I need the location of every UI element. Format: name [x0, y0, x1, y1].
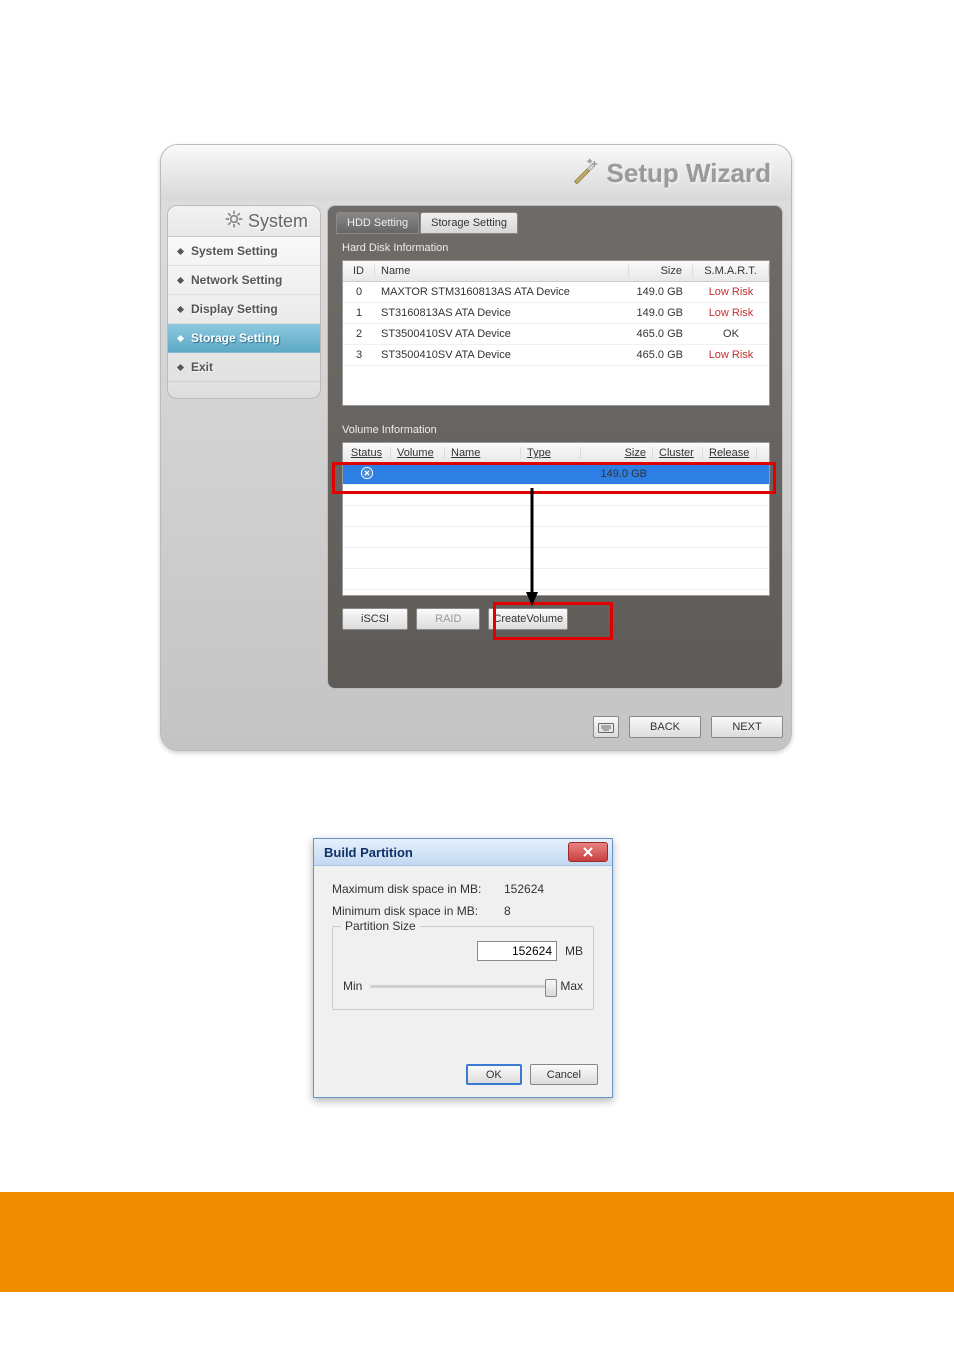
dialog-close-button[interactable] [568, 842, 608, 862]
ok-button[interactable]: OK [466, 1064, 522, 1085]
vol-col-release[interactable]: Release [703, 447, 757, 459]
wizard-icon [571, 157, 599, 190]
hdd-row[interactable]: 1 ST3160813AS ATA Device 149.0 GB Low Ri… [343, 303, 769, 324]
hdd-row[interactable]: 0 MAXTOR STM3160813AS ATA Device 149.0 G… [343, 282, 769, 303]
slider-max-label: Max [560, 979, 583, 993]
keyboard-icon[interactable] [593, 716, 619, 738]
hdd-col-id[interactable]: ID [343, 265, 375, 277]
dialog-buttons: OK Cancel [466, 1064, 598, 1085]
tabs: HDD Setting Storage Setting [336, 212, 519, 234]
partition-size-fieldset: Partition Size MB Min Max [332, 926, 594, 1010]
hdd-table: ID Name Size S.M.A.R.T. 0 MAXTOR STM3160… [342, 260, 770, 406]
sidebar-item-label: Display Setting [191, 302, 278, 316]
vol-row-empty [343, 569, 769, 590]
raid-button[interactable]: RAID [416, 608, 480, 630]
hdd-col-smart[interactable]: S.M.A.R.T. [693, 265, 769, 277]
sidebar-item-system-setting[interactable]: System Setting [168, 237, 320, 266]
vol-info-label: Volume Information [342, 424, 437, 436]
slider-min-label: Min [343, 979, 362, 993]
vol-col-cluster[interactable]: Cluster [653, 447, 703, 459]
sidebar-item-label: System Setting [191, 244, 278, 258]
create-volume-button[interactable]: CreateVolume [488, 608, 568, 630]
setup-wizard-window: Setup Wizard System System Setting Netwo… [160, 144, 792, 751]
hdd-col-name[interactable]: Name [375, 265, 629, 277]
back-button[interactable]: BACK [629, 716, 701, 738]
dialog-title: Build Partition [324, 845, 413, 860]
dialog-titlebar: Build Partition [314, 839, 612, 866]
max-space-label: Maximum disk space in MB: [332, 882, 504, 896]
vol-col-volume[interactable]: Volume [391, 447, 445, 459]
min-space-label: Minimum disk space in MB: [332, 904, 504, 918]
vol-col-status[interactable]: Status [343, 447, 391, 459]
sidebar: System System Setting Network Setting Di… [167, 205, 321, 399]
vol-col-type[interactable]: Type [521, 447, 581, 459]
next-button[interactable]: NEXT [711, 716, 783, 738]
fieldset-legend: Partition Size [341, 919, 420, 933]
vol-col-size[interactable]: Size [581, 447, 653, 459]
sidebar-item-label: Storage Setting [191, 331, 280, 345]
sidebar-item-storage-setting[interactable]: Storage Setting [168, 324, 320, 353]
sidebar-item-display-setting[interactable]: Display Setting [168, 295, 320, 324]
build-partition-dialog: Build Partition Maximum disk space in MB… [313, 838, 613, 1098]
iscsi-button[interactable]: iSCSI [342, 608, 408, 630]
titlebar: Setup Wizard [161, 145, 791, 202]
sidebar-item-exit[interactable]: Exit [168, 353, 320, 382]
hdd-col-size[interactable]: Size [629, 265, 693, 277]
hdd-row[interactable]: 2 ST3500410SV ATA Device 465.0 GB OK [343, 324, 769, 345]
vol-table-header: Status Volume Name Type Size Cluster Rel… [343, 443, 769, 464]
tab-storage-setting[interactable]: Storage Setting [420, 212, 518, 234]
partition-size-slider[interactable] [370, 985, 552, 988]
vol-row-empty [343, 548, 769, 569]
sidebar-item-label: Network Setting [191, 273, 282, 287]
vol-row-empty [343, 506, 769, 527]
gear-icon [224, 209, 244, 234]
sidebar-item-network-setting[interactable]: Network Setting [168, 266, 320, 295]
window-title: Setup Wizard [607, 158, 771, 189]
volume-table: Status Volume Name Type Size Cluster Rel… [342, 442, 770, 596]
hdd-table-header: ID Name Size S.M.A.R.T. [343, 261, 769, 282]
status-info-icon [349, 466, 385, 480]
vol-row-selected[interactable]: 149.0 GB [343, 464, 769, 485]
sidebar-header: System [168, 206, 320, 237]
dialog-body: Maximum disk space in MB: 152624 Minimum… [314, 866, 612, 1020]
partition-size-input[interactable] [477, 941, 557, 961]
hdd-row[interactable]: 3 ST3500410SV ATA Device 465.0 GB Low Ri… [343, 345, 769, 366]
hdd-info-label: Hard Disk Information [342, 242, 448, 254]
orange-footer-band [0, 1192, 954, 1292]
sidebar-item-label: Exit [191, 360, 213, 374]
max-space-value: 152624 [504, 882, 544, 896]
action-buttons: iSCSI RAID CreateVolume [342, 608, 568, 630]
mb-label: MB [565, 944, 583, 958]
tab-hdd-setting[interactable]: HDD Setting [336, 212, 419, 234]
vol-row-empty [343, 527, 769, 548]
min-space-value: 8 [504, 904, 511, 918]
content-panel: HDD Setting Storage Setting Hard Disk In… [327, 205, 783, 689]
slider-thumb[interactable] [545, 979, 557, 997]
vol-row-empty [343, 485, 769, 506]
footer-buttons: BACK NEXT [327, 716, 783, 738]
close-icon [582, 847, 594, 857]
cancel-button[interactable]: Cancel [530, 1064, 598, 1085]
sidebar-header-text: System [248, 211, 308, 232]
vol-col-name[interactable]: Name [445, 447, 521, 459]
